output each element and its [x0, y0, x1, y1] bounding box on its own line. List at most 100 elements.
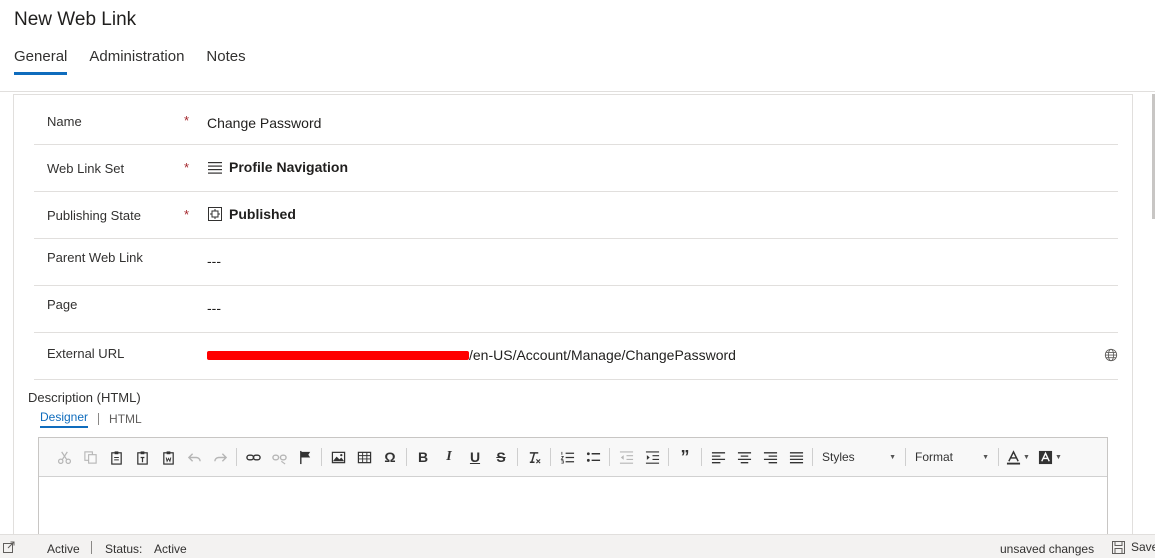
page-lookup[interactable]: ---: [207, 300, 221, 316]
blockquote-button[interactable]: ”: [672, 445, 698, 469]
field-row-web-link-set: Web Link Set * Profile Navigation: [34, 145, 1118, 192]
decrease-indent-button[interactable]: [613, 445, 639, 469]
external-url-field[interactable]: /en-US/Account/Manage/ChangePassword: [207, 347, 736, 363]
save-button[interactable]: Save: [1112, 540, 1155, 554]
required-indicator: *: [184, 160, 190, 175]
unlink-icon: [271, 453, 287, 465]
quote-icon: ”: [680, 446, 690, 467]
page-value: ---: [207, 300, 221, 316]
web-link-set-lookup[interactable]: Profile Navigation: [207, 159, 348, 175]
underline-button[interactable]: U: [462, 445, 488, 469]
editor-toolbar: Ω B I U S ” Styles ▼ Format ▼ ▼ ▼: [39, 438, 1107, 477]
parent-web-link-lookup[interactable]: ---: [207, 253, 221, 269]
chevron-down-icon: ▼: [889, 453, 896, 461]
align-right-button[interactable]: [757, 445, 783, 469]
unlink-button[interactable]: [266, 445, 292, 469]
paste-text-button[interactable]: [129, 445, 155, 469]
undo-button[interactable]: [181, 445, 207, 469]
status-label: Status:: [105, 542, 143, 556]
name-field[interactable]: Change Password: [207, 115, 321, 131]
web-link-set-label: Web Link Set: [47, 161, 125, 176]
chevron-down-icon: ▼: [1055, 453, 1062, 461]
field-row-name: Name * Change Password: [34, 98, 1118, 145]
page-label: Page: [47, 297, 78, 312]
copy-icon: [83, 450, 97, 464]
omega-icon: Ω: [384, 449, 396, 465]
bulleted-list-button[interactable]: [580, 445, 606, 469]
align-left-icon: [711, 451, 725, 463]
special-character-button[interactable]: Ω: [377, 445, 403, 469]
tab-administration[interactable]: Administration: [89, 48, 184, 75]
publishing-state-label: Publishing State: [47, 208, 141, 223]
align-center-button[interactable]: [731, 445, 757, 469]
styles-dropdown[interactable]: Styles ▼: [816, 446, 902, 468]
web-link-set-value[interactable]: Profile Navigation: [229, 159, 348, 175]
unsaved-changes-indicator: unsaved changes: [1000, 542, 1095, 556]
increase-indent-button[interactable]: [639, 445, 665, 469]
general-section: Name * Change Password Web Link Set * Pr…: [13, 94, 1133, 537]
text-color-button[interactable]: ▼: [1002, 445, 1034, 469]
tab-general[interactable]: General: [14, 48, 68, 75]
toolbar-divider: [701, 448, 702, 466]
open-in-window-icon[interactable]: [3, 541, 15, 553]
toolbar-divider: [668, 448, 669, 466]
save-label: Save: [1131, 540, 1155, 554]
format-dropdown[interactable]: Format ▼: [909, 446, 995, 468]
form-tabs: General Administration Notes: [14, 48, 268, 75]
page-title: New Web Link: [14, 9, 137, 30]
status-bar: Active Status: Active unsaved changes Sa…: [0, 534, 1155, 558]
name-label: Name: [47, 114, 82, 129]
chevron-down-icon: ▼: [982, 453, 989, 461]
flag-icon: [299, 450, 310, 464]
image-button[interactable]: [325, 445, 351, 469]
format-label: Format: [915, 450, 954, 464]
globe-icon[interactable]: [1104, 348, 1118, 362]
external-url-text: /en-US/Account/Manage/ChangePassword: [207, 347, 736, 363]
copy-button[interactable]: [77, 445, 103, 469]
name-value: Change Password: [207, 115, 322, 131]
divider: [98, 413, 100, 425]
field-row-parent-web-link: Parent Web Link ---: [34, 239, 1118, 286]
required-indicator: *: [184, 113, 190, 128]
styles-label: Styles: [822, 450, 855, 464]
publishing-state-icon: [208, 207, 222, 221]
text-color-icon: [1006, 449, 1021, 465]
clipboard-icon: [110, 450, 122, 465]
paste-button[interactable]: [103, 445, 129, 469]
justify-button[interactable]: [783, 445, 809, 469]
chevron-down-icon: ▼: [1023, 453, 1030, 461]
align-right-icon: [763, 451, 777, 463]
background-color-button[interactable]: ▼: [1034, 445, 1066, 469]
field-row-page: Page ---: [34, 286, 1118, 333]
tab-notes[interactable]: Notes: [206, 48, 245, 75]
publishing-state-lookup[interactable]: Published: [207, 206, 296, 222]
numbered-list-button[interactable]: [554, 445, 580, 469]
tab-designer[interactable]: Designer: [40, 410, 89, 428]
anchor-button[interactable]: [292, 445, 318, 469]
strikethrough-button[interactable]: S: [488, 445, 514, 469]
rich-text-editor: Ω B I U S ” Styles ▼ Format ▼ ▼ ▼: [38, 437, 1108, 537]
save-icon: [1112, 540, 1125, 554]
undo-icon: [187, 452, 201, 462]
redaction-mark: [207, 351, 469, 360]
editor-content-area[interactable]: [39, 477, 1107, 537]
editor-mode-tabs: Designer HTML: [40, 410, 142, 428]
paste-word-button[interactable]: [155, 445, 181, 469]
remove-format-button[interactable]: [521, 445, 547, 469]
table-button[interactable]: [351, 445, 377, 469]
underline-icon: U: [469, 449, 481, 465]
scissors-icon: [57, 451, 71, 464]
publishing-state-value[interactable]: Published: [229, 206, 296, 222]
link-icon: [245, 453, 261, 461]
align-left-button[interactable]: [705, 445, 731, 469]
italic-button[interactable]: I: [436, 445, 462, 469]
parent-web-link-value: ---: [207, 253, 221, 269]
strikethrough-icon: S: [496, 449, 506, 465]
link-button[interactable]: [240, 445, 266, 469]
tab-html[interactable]: HTML: [109, 412, 142, 426]
redo-button[interactable]: [207, 445, 233, 469]
toolbar-divider: [236, 448, 237, 466]
bold-button[interactable]: B: [410, 445, 436, 469]
cut-button[interactable]: [51, 445, 77, 469]
form-header: New Web Link General Administration Note…: [0, 0, 1155, 92]
